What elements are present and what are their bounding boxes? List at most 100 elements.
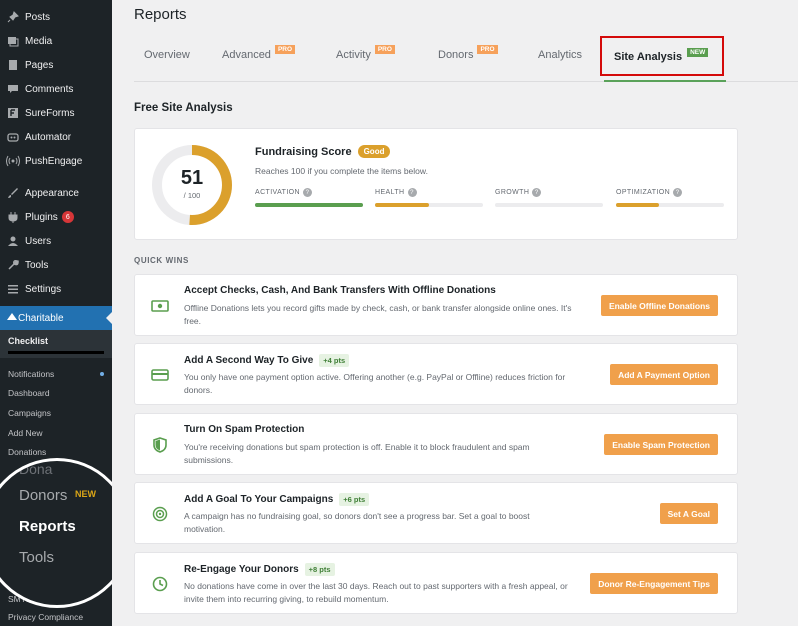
sidebar-item-donors-zoomed[interactable]: Donors	[19, 487, 67, 504]
sidebar-item-tools-zoomed[interactable]: Tools	[19, 549, 54, 566]
tab-overview[interactable]: Overview	[144, 49, 190, 61]
pro-badge: PRO	[477, 44, 498, 54]
quick-win-action-button[interactable]: Enable Spam Protection	[604, 434, 718, 455]
submenu-item-add-new[interactable]: Add New	[0, 423, 112, 443]
user-icon	[6, 234, 20, 248]
sidebar-item-label: Appearance	[25, 187, 79, 199]
sidebar-item-label: Posts	[25, 11, 51, 23]
sidebar-item-appearance[interactable]: Appearance	[0, 181, 112, 205]
help-icon[interactable]: ?	[532, 188, 542, 197]
pages-icon	[6, 58, 20, 72]
metric-label: GROWTH	[495, 189, 530, 196]
metric-activation: ACTIVATION?	[255, 188, 363, 207]
score-denominator: / 100	[183, 191, 201, 200]
quick-win-title-text: Turn On Spam Protection	[184, 424, 305, 435]
checklist-progress-bar	[8, 351, 104, 354]
sidebar-item-charitable[interactable]: Charitable	[0, 306, 112, 330]
sidebar-item-media[interactable]: Media	[0, 29, 112, 53]
quick-win-description: Offline Donations lets you record gifts …	[184, 303, 572, 326]
sidebar-item-plugins[interactable]: Plugins 6	[0, 205, 112, 229]
score-status-badge: Good	[357, 145, 391, 158]
sidebar-item-pages[interactable]: Pages	[0, 53, 112, 77]
page-title: Reports	[134, 6, 187, 23]
score-subtitle: Reaches 100 if you complete the items be…	[255, 166, 428, 176]
automator-icon	[6, 130, 20, 144]
sidebar-item-sureforms[interactable]: SureForms	[0, 101, 112, 125]
points-badge: +4 pts	[319, 354, 350, 367]
metric-health: HEALTH?	[375, 188, 483, 207]
checklist-label: Checklist	[8, 336, 49, 346]
sidebar-item-pushengage[interactable]: PushEngage	[0, 149, 112, 173]
settings-icon	[6, 282, 20, 296]
quick-win-card: Add A Goal To Your Campaigns +6 pts A camp…	[134, 482, 738, 544]
tab-donors[interactable]: Donors PRO	[438, 44, 498, 61]
wrench-icon	[6, 258, 20, 272]
points-badge: +8 pts	[304, 563, 335, 576]
update-count-badge: 6	[61, 211, 74, 223]
quick-win-card: Add A Second Way To Give +4 pts You only h…	[134, 343, 738, 405]
metric-progress-track	[375, 203, 483, 207]
new-badge: NEW	[75, 489, 96, 499]
quick-win-title-text: Accept Checks, Cash, And Bank Transfers …	[184, 285, 496, 296]
cash-icon	[151, 297, 169, 315]
quick-win-description: You're receiving donations but spam prot…	[184, 442, 530, 465]
brush-icon	[6, 186, 20, 200]
sidebar-item-label: Plugins	[25, 211, 58, 223]
sidebar-item-tools[interactable]: Tools	[0, 253, 112, 277]
metric-label: OPTIMIZATION	[616, 189, 671, 196]
submenu-label: Add New	[8, 427, 43, 438]
score-title-text: Fundraising Score	[255, 145, 352, 158]
sidebar-item-label: Media	[25, 35, 53, 47]
sidebar-item-label: PushEngage	[25, 155, 83, 167]
credit-card-icon	[151, 366, 169, 384]
sidebar-item-label: Tools	[25, 259, 49, 271]
tab-label: Activity	[336, 49, 371, 61]
sidebar-item-users[interactable]: Users	[0, 229, 112, 253]
pro-badge: PRO	[274, 44, 296, 54]
report-tabs: Overview Advanced PRO Activity PRO Donors PRO A…	[134, 36, 798, 82]
quick-win-action-button[interactable]: Donor Re-Engagement Tips	[590, 573, 718, 594]
quick-win-title: Re-Engage Your Donors +8 pts	[184, 563, 335, 576]
tab-advanced[interactable]: Advanced PRO	[222, 44, 296, 61]
help-icon[interactable]: ?	[302, 188, 312, 197]
quick-win-action-button[interactable]: Add A Payment Option	[610, 364, 718, 385]
metric-progress-track	[616, 203, 724, 207]
sidebar-item-automator[interactable]: Automator	[0, 125, 112, 149]
submenu-item-privacy-compliance[interactable]: Privacy Compliance	[0, 608, 112, 626]
tab-label: Advanced	[222, 49, 271, 61]
sidebar-item-label: Users	[25, 235, 52, 247]
submenu-label: Notifications	[8, 368, 55, 379]
submenu-item-campaigns[interactable]: Campaigns	[0, 403, 112, 423]
quick-win-title-text: Re-Engage Your Donors	[184, 564, 299, 575]
quick-win-action-button[interactable]: Enable Offline Donations	[600, 295, 718, 316]
help-icon[interactable]: ?	[673, 188, 683, 197]
checklist-item[interactable]: Checklist	[0, 330, 112, 358]
sidebar-item-label: Settings	[25, 283, 62, 295]
metric-label: ACTIVATION	[255, 189, 300, 196]
submenu-label: Donations	[8, 447, 47, 458]
clock-icon	[151, 575, 169, 593]
pro-badge: PRO	[374, 44, 395, 54]
sidebar-item-reports-zoomed[interactable]: Reports	[19, 518, 76, 535]
metric-label-row: ACTIVATION?	[255, 188, 363, 197]
quick-win-action-button[interactable]: Set A Goal	[659, 503, 718, 524]
tab-analytics[interactable]: Analytics	[538, 49, 582, 61]
metric-label-row: OPTIMIZATION?	[616, 188, 724, 197]
sidebar-item-settings[interactable]: Settings	[0, 277, 112, 301]
new-badge: NEW	[687, 47, 709, 57]
sidebar-item-posts[interactable]: Posts	[0, 5, 112, 29]
pin-icon	[6, 10, 20, 24]
metric-progress-fill	[255, 203, 363, 207]
target-icon	[151, 505, 169, 523]
tab-site-analysis[interactable]: Site Analysis NEW	[614, 47, 709, 63]
tab-activity[interactable]: Activity PRO	[336, 44, 395, 61]
quick-win-title-text: Add A Second Way To Give	[184, 355, 314, 366]
submenu-item-notifications[interactable]: Notifications	[0, 364, 112, 384]
sidebar-item-comments[interactable]: Comments	[0, 77, 112, 101]
submenu-item-dashboard[interactable]: Dashboard	[0, 384, 112, 404]
help-icon[interactable]: ?	[407, 188, 417, 197]
metric-progress-fill	[616, 203, 660, 207]
quick-win-description: No donations have come in over the last …	[184, 581, 568, 604]
sureforms-icon	[6, 106, 20, 120]
metric-progress-fill	[375, 203, 429, 207]
